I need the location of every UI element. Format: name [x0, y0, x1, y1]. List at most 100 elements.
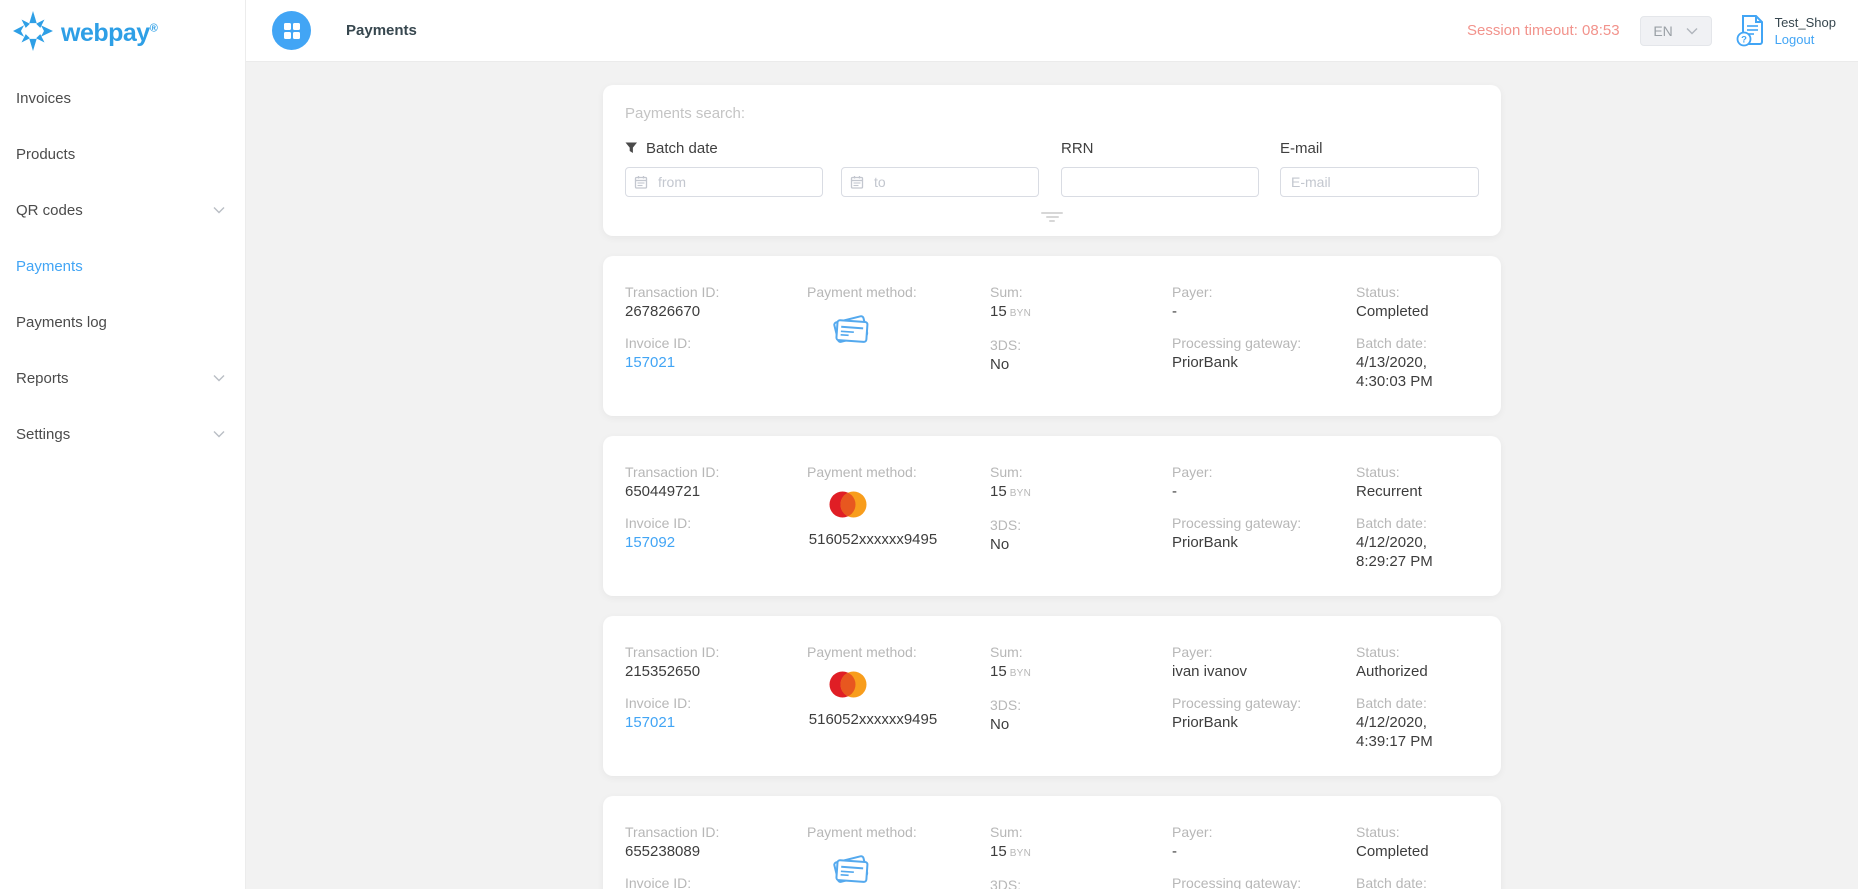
threeds-value: No: [990, 536, 1010, 553]
payer-value: -: [1172, 483, 1177, 500]
sidebar-item-invoices[interactable]: Invoices: [0, 70, 245, 126]
transaction-column: Transaction ID: 267826670 Invoice ID: 15…: [625, 283, 807, 391]
sidebar-item-payments[interactable]: Payments: [0, 238, 245, 294]
sum-value: 15 BYN: [990, 303, 1032, 320]
shop-name: Test_Shop: [1774, 14, 1836, 30]
gateway-label: Processing gateway:: [1172, 875, 1302, 889]
search-title: Payments search:: [625, 105, 746, 122]
search-filters: Batch date from to RRN E-mail E-mail: [625, 139, 1479, 197]
payment-card: Transaction ID: 215352650 Invoice ID: 15…: [603, 616, 1501, 776]
logout-link[interactable]: Logout: [1775, 31, 1836, 48]
chevron-down-icon: [213, 430, 225, 438]
sidebar-item-products[interactable]: Products: [0, 126, 245, 182]
gateway-label: Processing gateway:: [1172, 515, 1302, 531]
invoice-id-label: Invoice ID:: [625, 335, 692, 351]
transaction-id-value: 655238089: [625, 843, 701, 860]
sidebar-item-qr-codes[interactable]: QR codes: [0, 182, 245, 238]
payment-card: Transaction ID: 650449721 Invoice ID: 15…: [603, 436, 1501, 596]
mastercard-icon: [829, 491, 867, 523]
sidebar-item-reports[interactable]: Reports: [0, 350, 245, 406]
invoice-id-label: Invoice ID:: [625, 515, 692, 531]
gateway-value: PriorBank: [1172, 534, 1238, 551]
payment-card: Transaction ID: 267826670 Invoice ID: 15…: [603, 256, 1501, 416]
status-value: Authorized: [1356, 663, 1428, 680]
transaction-id-value: 267826670: [625, 303, 701, 320]
method-column: Payment method:: [807, 283, 990, 391]
rrn-input[interactable]: [1061, 167, 1259, 197]
status-column: Status: Completed Batch date: 4/13/2020,…: [1356, 283, 1481, 391]
mastercard-icon: [829, 671, 867, 703]
payments-search-card: Payments search: Batch date from to RRN …: [603, 85, 1501, 236]
chevron-down-icon: [1686, 27, 1698, 35]
date-to-wrap: [841, 167, 1039, 197]
grid-icon: [283, 22, 300, 39]
sum-label: Sum:: [990, 284, 1023, 300]
threeds-value: No: [990, 716, 1010, 733]
threeds-label: 3DS:: [990, 877, 1022, 889]
payment-method-label: Payment method:: [807, 824, 917, 840]
currency: BYN: [1009, 668, 1032, 679]
invoice-id-link[interactable]: 157021: [625, 713, 675, 732]
batch-date-label: Batch date: [646, 139, 718, 157]
batch-date-value: 4/12/2020, 4:39:17 PM: [1356, 714, 1433, 750]
status-column: Status: Recurrent Batch date: 4/12/2020,…: [1356, 463, 1481, 571]
transaction-column: Transaction ID: 655238089 Invoice ID: 15…: [625, 823, 807, 889]
sidebar-item-label: Products: [16, 145, 76, 163]
webpay-logo-icon: [12, 10, 54, 57]
masked-pan: 516052xxxxxx9495: [808, 531, 938, 548]
language-value: EN: [1653, 22, 1673, 39]
method-column: Payment method:: [807, 823, 990, 889]
session-timeout: Session timeout: 08:53: [1466, 22, 1620, 39]
threeds-value: No: [990, 356, 1010, 373]
filter-funnel-icon: [625, 142, 638, 154]
method-column: Payment method: 516052xxxxxx9495: [807, 643, 990, 751]
sidebar-item-label: Payments: [16, 257, 83, 275]
sum-column: Sum: 15BYN 3DS: No: [990, 283, 1172, 391]
apps-grid-button[interactable]: [272, 11, 311, 50]
help-document-icon[interactable]: ?: [1736, 14, 1766, 48]
transaction-id-label: Transaction ID:: [625, 824, 720, 840]
payment-card: Transaction ID: 655238089 Invoice ID: 15…: [603, 796, 1501, 889]
payer-value: -: [1172, 843, 1177, 860]
email-input[interactable]: [1280, 167, 1479, 197]
date-to-input[interactable]: [841, 167, 1039, 197]
sum-column: Sum: 15BYN 3DS: No: [990, 643, 1172, 751]
sum-value: 15 BYN: [990, 843, 1032, 860]
invoice-id-link[interactable]: 157092: [625, 533, 675, 552]
trademark: ®: [149, 22, 158, 35]
collapse-search-toggle[interactable]: [1039, 212, 1065, 226]
date-from-wrap: [625, 167, 823, 197]
method-column: Payment method: 516052xxxxxx9495: [807, 463, 990, 571]
sidebar-item-settings[interactable]: Settings: [0, 406, 245, 462]
status-label: Status:: [1356, 644, 1400, 660]
status-value: Completed: [1356, 303, 1429, 320]
status-value: Recurrent: [1356, 483, 1422, 500]
currency: BYN: [1009, 308, 1032, 319]
status-label: Status:: [1356, 284, 1400, 300]
invoice-id-link[interactable]: 157021: [625, 353, 675, 372]
language-select[interactable]: EN: [1639, 15, 1712, 46]
threeds-label: 3DS:: [990, 517, 1022, 533]
sidebar: webpay® Invoices Products QR codes Payme…: [0, 0, 246, 889]
payer-label: Payer:: [1172, 644, 1213, 660]
masked-pan: 516052xxxxxx9495: [808, 711, 938, 728]
transaction-id-label: Transaction ID:: [625, 644, 720, 660]
transaction-column: Transaction ID: 215352650 Invoice ID: 15…: [625, 643, 807, 751]
date-from-input[interactable]: [625, 167, 823, 197]
bank-card-icon: [829, 851, 873, 889]
calendar-icon: [850, 175, 864, 189]
webpay-logo[interactable]: webpay®: [0, 0, 245, 56]
payer-column: Payer: - Processing gateway: PriorBank: [1172, 283, 1356, 391]
invoice-id-label: Invoice ID:: [625, 875, 692, 889]
invoice-id-label: Invoice ID:: [625, 695, 692, 711]
sidebar-item-payments-log[interactable]: Payments log: [0, 294, 245, 350]
sidebar-item-label: Reports: [16, 369, 69, 387]
calendar-icon: [634, 175, 648, 189]
main-content: Payments search: Batch date from to RRN …: [246, 62, 1858, 889]
payer-label: Payer:: [1172, 464, 1213, 480]
payer-value: ivan ivanov: [1172, 663, 1248, 680]
payer-label: Payer:: [1172, 824, 1213, 840]
transaction-id-label: Transaction ID:: [625, 464, 720, 480]
gateway-value: PriorBank: [1172, 714, 1238, 731]
currency: BYN: [1009, 488, 1032, 499]
